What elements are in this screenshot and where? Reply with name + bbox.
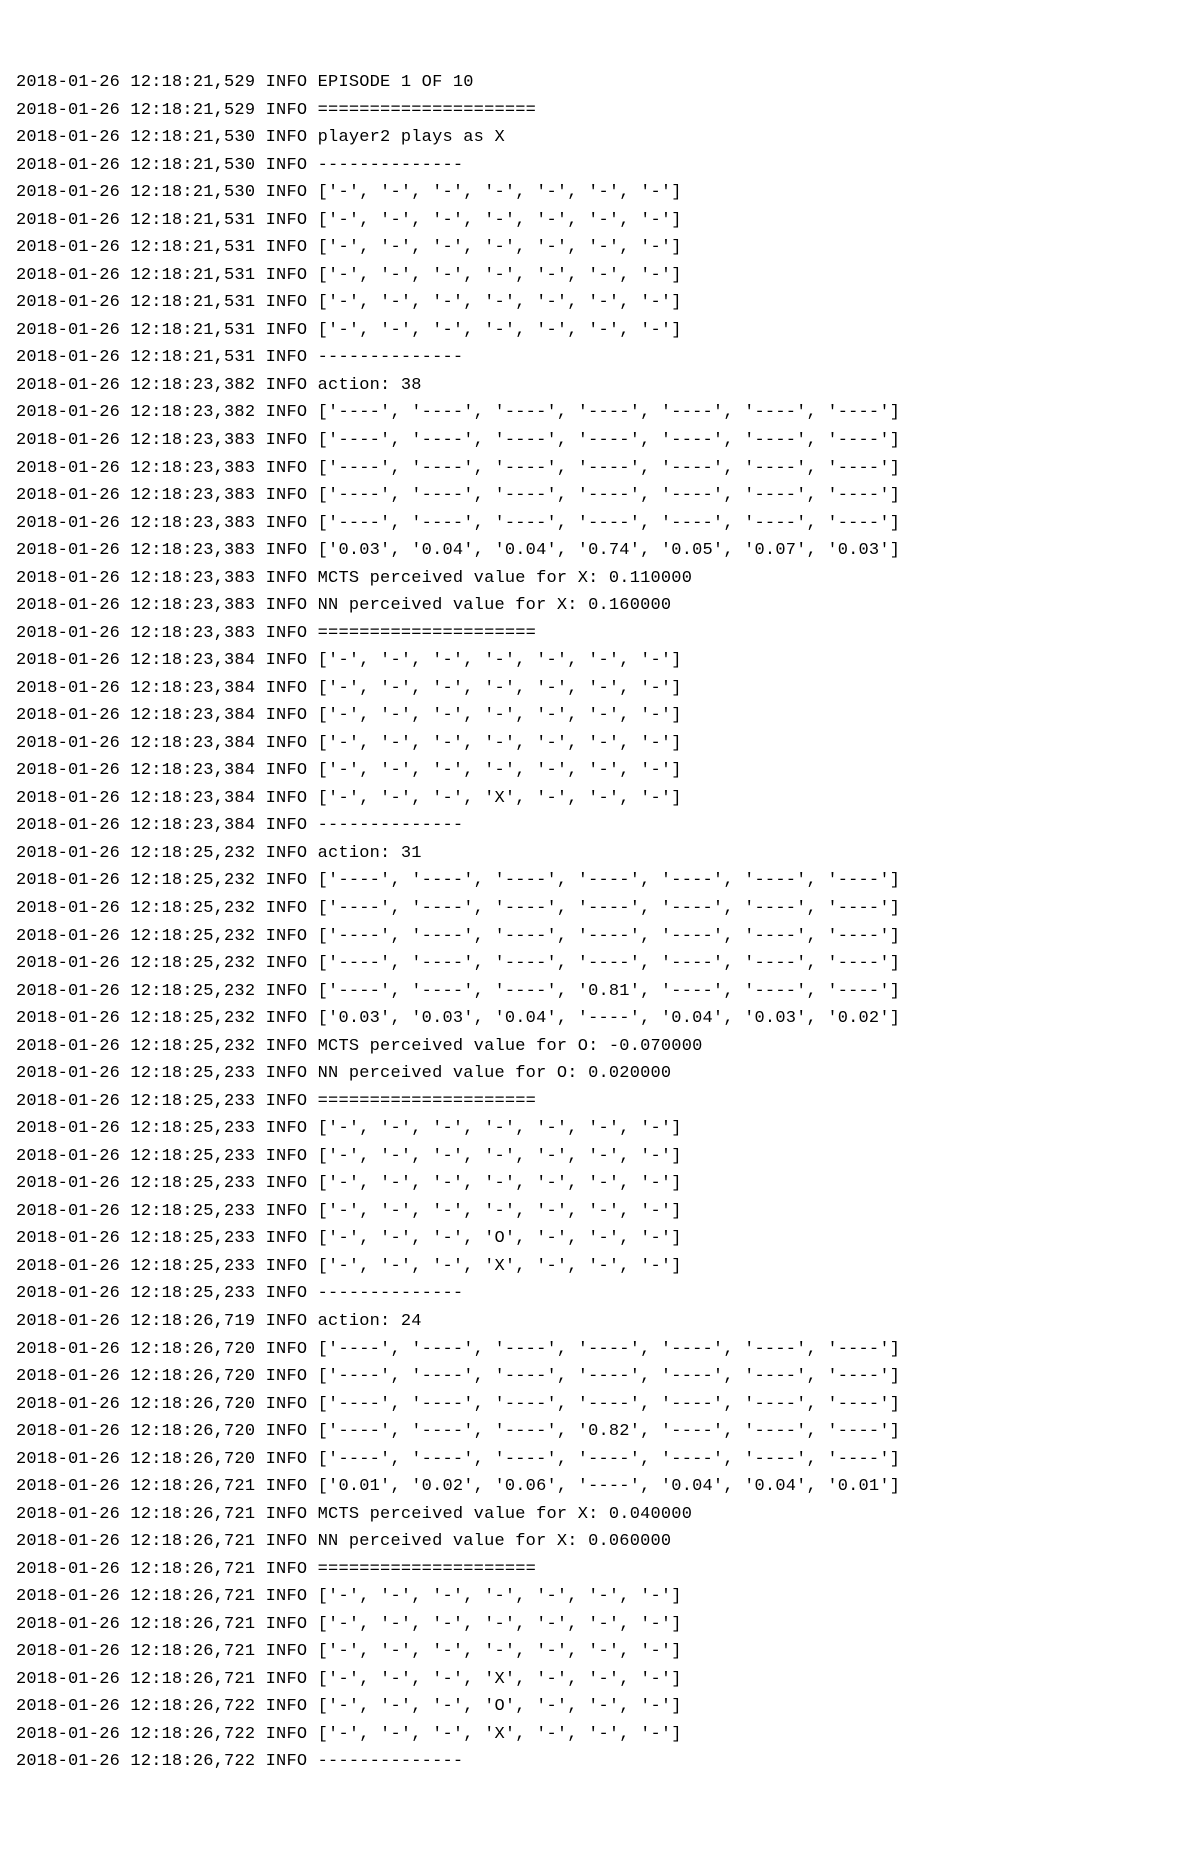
log-output: 2018-01-26 12:18:21,529 INFO EPISODE 1 O… — [16, 69, 1170, 1776]
